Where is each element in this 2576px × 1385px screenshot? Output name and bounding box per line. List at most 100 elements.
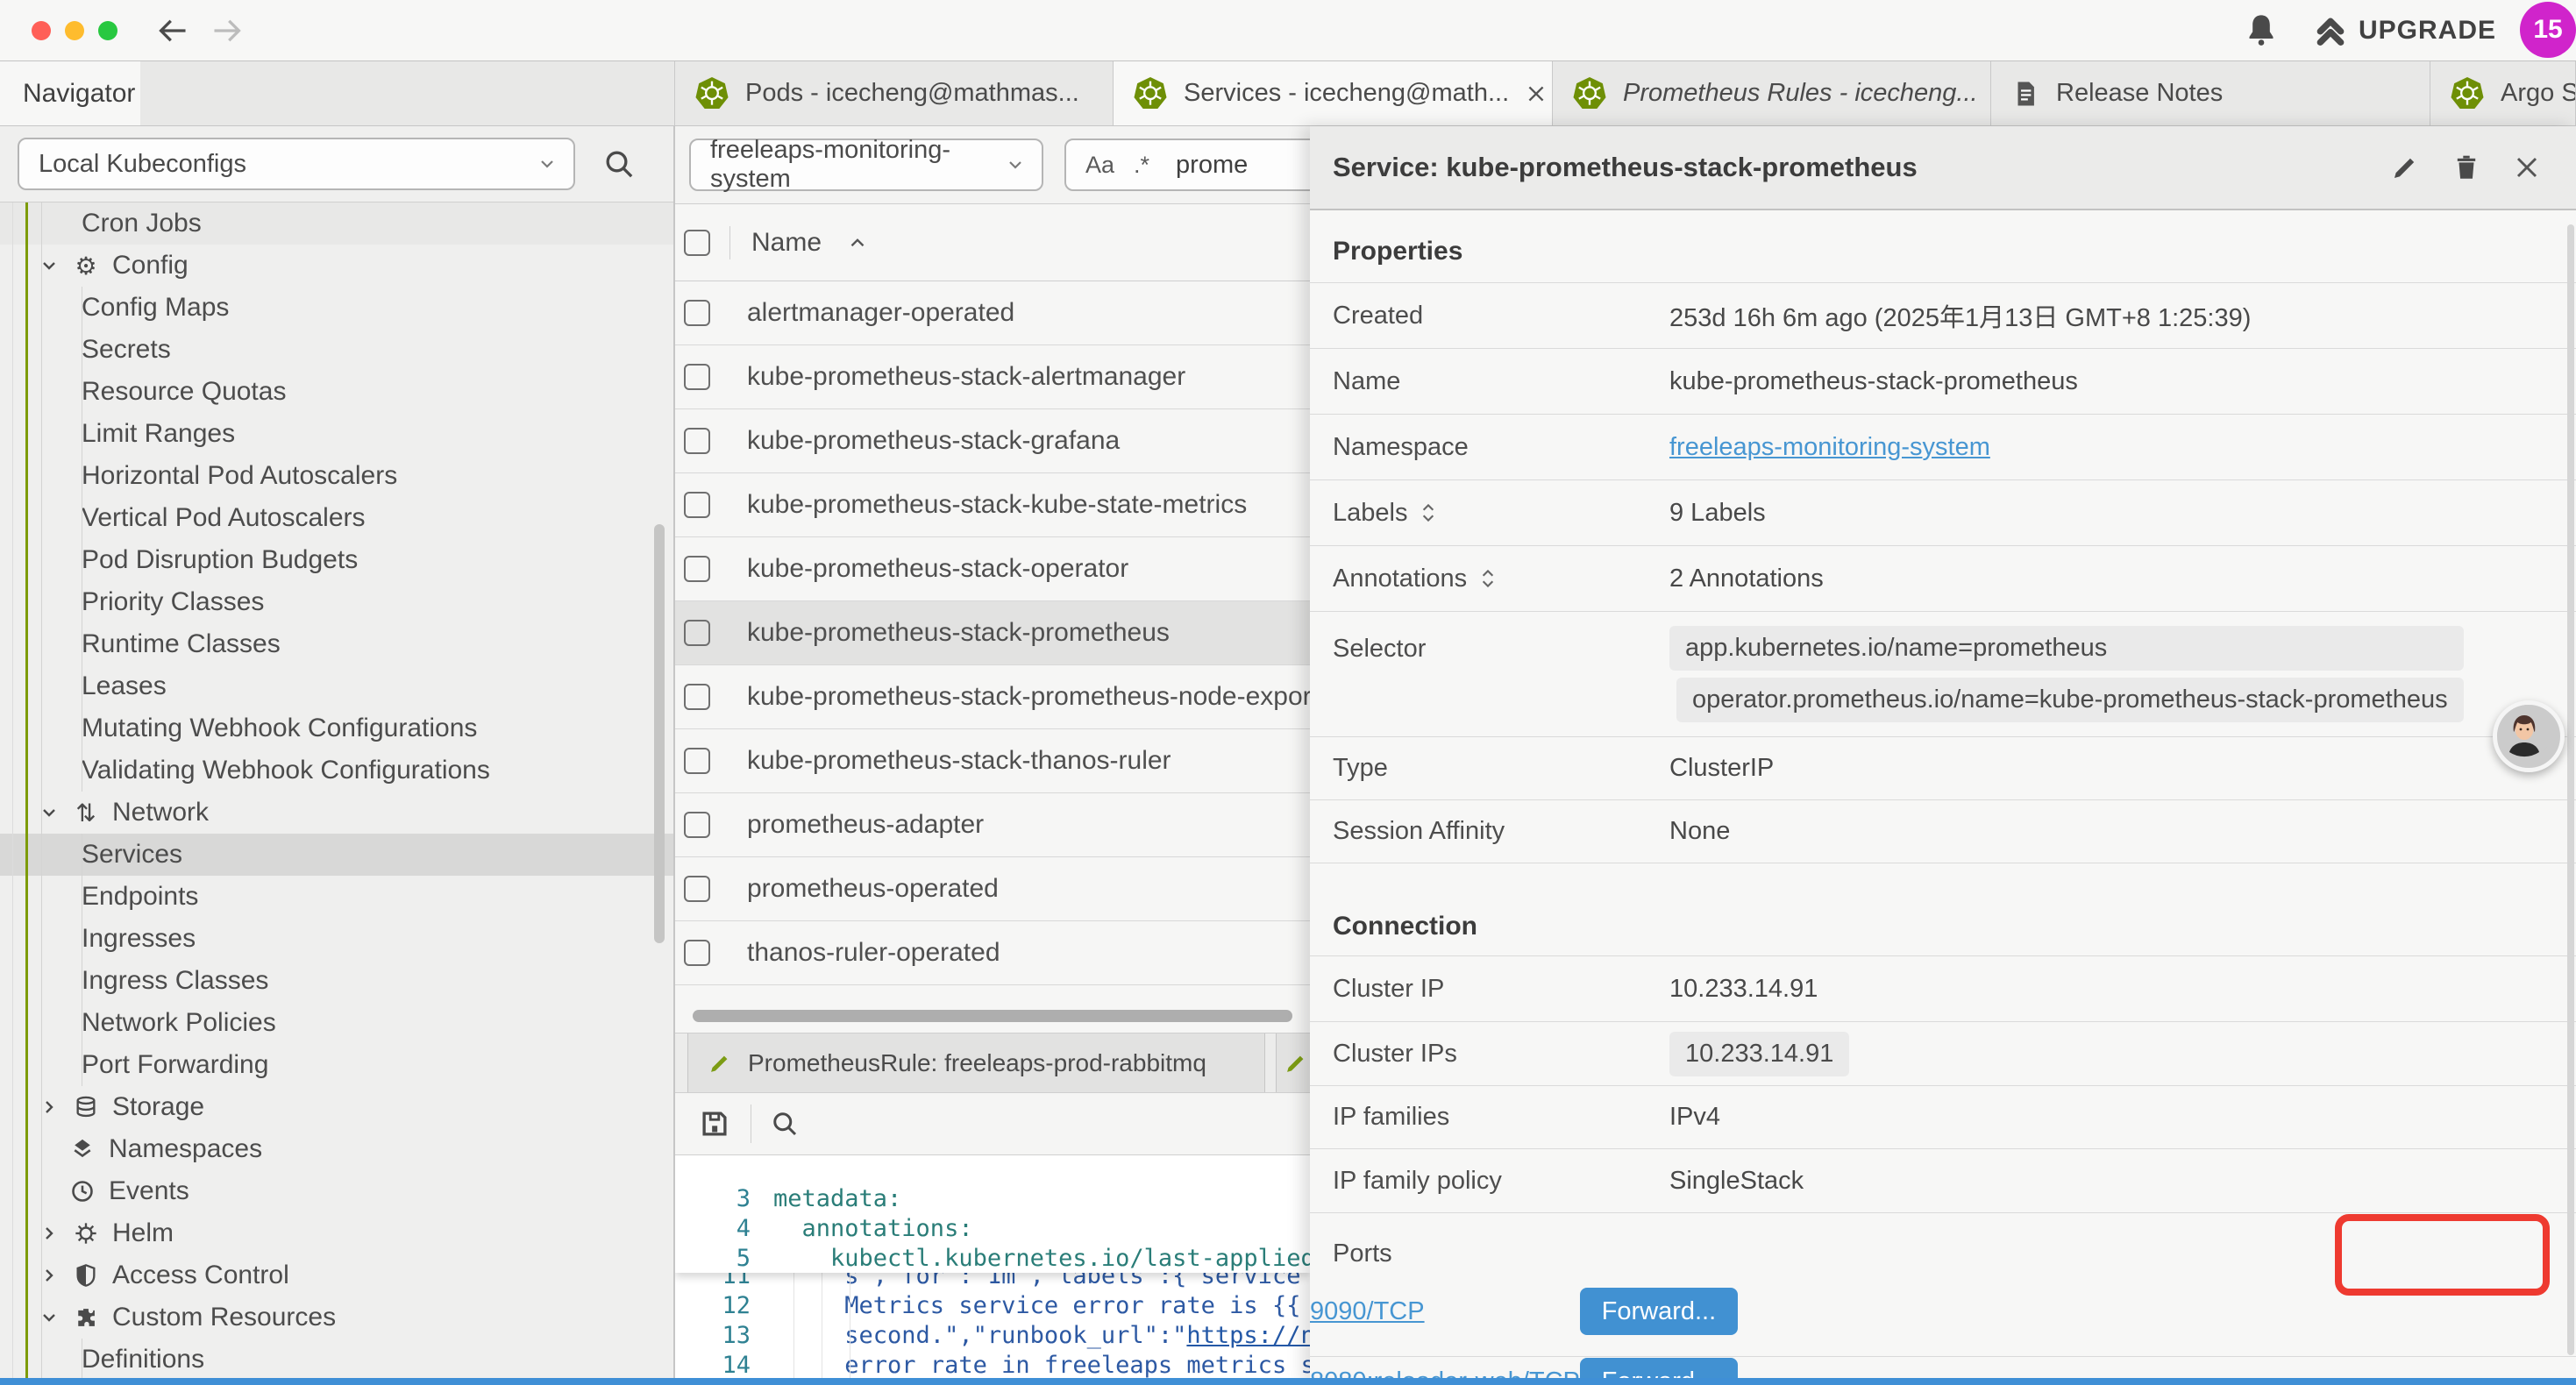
editor-tab-prometheusrule[interactable]: PrometheusRule: freeleaps-prod-rabbitmq [687, 1033, 1265, 1092]
expand-collapse-icon[interactable] [1420, 500, 1437, 526]
yaml-editor[interactable]: 3metadata: 4 annotations: 5 kubectl.kube… [675, 1155, 1310, 1385]
sidebar-group-access-control[interactable]: Access Control [0, 1254, 673, 1296]
chevron-down-icon [537, 153, 558, 174]
sidebar-item-port-forwarding[interactable]: Port Forwarding [0, 1044, 673, 1086]
sidebar-item-network-policies[interactable]: Network Policies [0, 1002, 673, 1044]
table-row[interactable]: kube-prometheus-stack-kube-state-metrics [675, 473, 1310, 537]
row-checkbox[interactable] [684, 300, 710, 326]
row-checkbox[interactable] [684, 940, 710, 966]
namespace-link[interactable]: freeleaps-monitoring-system [1669, 433, 1990, 461]
navigator-tab[interactable]: Navigator [0, 61, 140, 125]
namespace-select[interactable]: freeleaps-monitoring-system [689, 138, 1043, 191]
select-all-checkbox[interactable] [684, 230, 710, 256]
expand-collapse-icon[interactable] [1479, 565, 1497, 592]
edit-pencil-icon[interactable] [2390, 153, 2420, 182]
row-checkbox[interactable] [684, 812, 710, 838]
close-window-button[interactable] [32, 21, 51, 40]
sidebar-item-horizontal-pod-autoscalers[interactable]: Horizontal Pod Autoscalers [0, 455, 673, 497]
search-icon[interactable] [769, 1108, 801, 1140]
sidebar-group-helm[interactable]: Helm [0, 1212, 673, 1254]
sidebar-item-validating-webhook-configurations[interactable]: Validating Webhook Configurations [0, 749, 673, 792]
table-row[interactable]: alertmanager-operated [675, 281, 1310, 345]
sidebar-item-leases[interactable]: Leases [0, 665, 673, 707]
sidebar-item-pod-disruption-budgets[interactable]: Pod Disruption Budgets [0, 539, 673, 581]
sidebar-item-runtime-classes[interactable]: Runtime Classes [0, 623, 673, 665]
gears-icon: ⚙ [72, 252, 100, 281]
sidebar-item-ingresses[interactable]: Ingresses [0, 918, 673, 960]
table-row[interactable]: kube-prometheus-stack-alertmanager [675, 345, 1310, 409]
properties-heading: Properties [1310, 210, 2576, 282]
forward-arrow-icon[interactable] [210, 16, 244, 46]
table-row[interactable]: prometheus-operated [675, 857, 1310, 921]
sidebar-group-storage[interactable]: Storage [0, 1086, 673, 1128]
sidebar-item-mutating-webhook-configurations[interactable]: Mutating Webhook Configurations [0, 707, 673, 749]
tab-services[interactable]: Services - icecheng@math... [1114, 61, 1553, 125]
close-tab-icon[interactable] [1525, 82, 1548, 105]
notification-count-badge[interactable]: 15 [2520, 2, 2576, 58]
row-checkbox[interactable] [684, 492, 710, 518]
match-case-toggle[interactable]: Aa [1085, 152, 1114, 179]
zoom-window-button[interactable] [98, 21, 117, 40]
sidebar-item-ingress-classes[interactable]: Ingress Classes [0, 960, 673, 1002]
table-row[interactable]: kube-prometheus-stack-operator [675, 537, 1310, 601]
tab-argo[interactable]: Argo Se [2430, 61, 2576, 125]
runbook-url-link[interactable]: https://net [1186, 1322, 1310, 1349]
tab-pods[interactable]: Pods - icecheng@mathmas... [675, 61, 1114, 125]
row-checkbox[interactable] [684, 620, 710, 646]
filter-input[interactable]: Aa .* prome [1064, 138, 1310, 191]
table-row[interactable]: kube-prometheus-stack-thanos-ruler [675, 729, 1310, 793]
sidebar-item-resource-quotas[interactable]: Resource Quotas [0, 371, 673, 413]
regex-toggle[interactable]: .* [1134, 152, 1149, 179]
sidebar-item-endpoints[interactable]: Endpoints [0, 876, 673, 918]
upgrade-button[interactable]: UPGRADE [2313, 0, 2496, 60]
row-checkbox[interactable] [684, 684, 710, 710]
table-row[interactable]: kube-prometheus-stack-prometheus-node-ex… [675, 665, 1310, 729]
horizontal-scrollbar[interactable] [693, 1010, 1292, 1022]
name-column-header[interactable]: Name [751, 228, 822, 258]
sort-ascending-icon[interactable] [846, 231, 869, 254]
sidebar-group-network[interactable]: ⇅ Network [0, 792, 673, 834]
row-checkbox[interactable] [684, 748, 710, 774]
kubeconfig-select[interactable]: Local Kubeconfigs [18, 138, 575, 190]
close-panel-icon[interactable] [2513, 153, 2541, 181]
sidebar-scrollbar[interactable] [654, 524, 665, 943]
table-row[interactable]: kube-prometheus-stack-grafana [675, 409, 1310, 473]
sidebar-group-custom-resources[interactable]: Custom Resources [0, 1296, 673, 1339]
edit-pencil-icon [708, 1051, 732, 1076]
search-icon[interactable] [601, 146, 637, 181]
tab-bar: Navigator Pods - icecheng@mathmas... Ser… [0, 61, 2576, 126]
panel-scrollbar[interactable] [2567, 224, 2574, 1355]
sidebar-item-limit-ranges[interactable]: Limit Ranges [0, 413, 673, 455]
port-link-9090[interactable]: 9090/TCP [1310, 1297, 1425, 1326]
avatar[interactable] [2493, 700, 2565, 772]
tab-release-notes[interactable]: Release Notes [1991, 61, 2430, 125]
row-checkbox[interactable] [684, 364, 710, 390]
delete-trash-icon[interactable] [2451, 153, 2481, 182]
sidebar-item-vertical-pod-autoscalers[interactable]: Vertical Pod Autoscalers [0, 497, 673, 539]
panel-title: Service: kube-prometheus-stack-prometheu… [1333, 152, 1918, 183]
row-checkbox[interactable] [684, 428, 710, 454]
sidebar-group-config[interactable]: ⚙ Config [0, 245, 673, 287]
sidebar-item-config-maps[interactable]: Config Maps [0, 287, 673, 329]
table-row[interactable]: prometheus-adapter [675, 793, 1310, 857]
back-arrow-icon[interactable] [156, 16, 189, 46]
row-checkbox[interactable] [684, 876, 710, 902]
row-checkbox[interactable] [684, 556, 710, 582]
sidebar-item-services[interactable]: Services [0, 834, 673, 876]
table-row[interactable]: thanos-ruler-operated [675, 921, 1310, 985]
notifications-bell-icon[interactable] [2243, 11, 2280, 48]
sidebar-item-priority-classes[interactable]: Priority Classes [0, 581, 673, 623]
sidebar-item-events[interactable]: Events [0, 1170, 673, 1212]
editor-tab-next[interactable] [1276, 1033, 1310, 1092]
table-row-selected[interactable]: kube-prometheus-stack-prometheus [675, 601, 1310, 665]
sidebar-item-namespaces[interactable]: Namespaces [0, 1128, 673, 1170]
chevron-down-icon [1005, 154, 1026, 175]
database-icon [72, 1095, 100, 1119]
sidebar-item-definitions[interactable]: Definitions [0, 1339, 673, 1381]
forward-button-9090[interactable]: Forward... [1580, 1288, 1738, 1335]
minimize-window-button[interactable] [65, 21, 84, 40]
tab-prometheus-rules[interactable]: Prometheus Rules - icecheng... [1553, 61, 1991, 125]
sidebar-item-cron-jobs[interactable]: Cron Jobs [0, 202, 673, 245]
save-icon[interactable] [698, 1107, 731, 1140]
sidebar-item-secrets[interactable]: Secrets [0, 329, 673, 371]
